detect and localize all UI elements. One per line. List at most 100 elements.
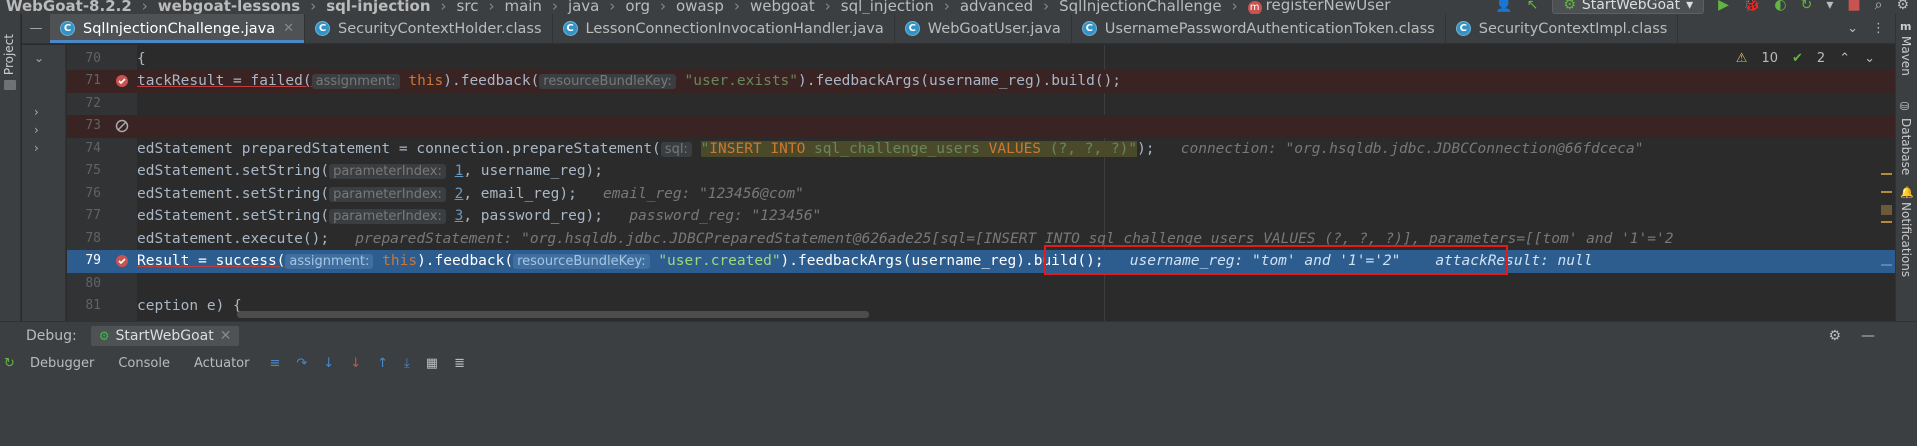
- more-options-icon[interactable]: ⋮: [1872, 21, 1885, 36]
- code-line[interactable]: 80: [67, 273, 1895, 296]
- disabled-breakpoint-icon[interactable]: [115, 119, 129, 133]
- code-line[interactable]: 76 edStatement.setString(parameterIndex:…: [67, 183, 1895, 206]
- code-line[interactable]: 73: [67, 115, 1895, 138]
- code-line[interactable]: 70 {: [67, 48, 1895, 71]
- chevron-right-icon: ›: [609, 0, 616, 14]
- tab-label: LessonConnectionInvocationHandler.java: [585, 20, 884, 37]
- close-icon[interactable]: ✕: [283, 21, 294, 36]
- trace-icon[interactable]: ≣: [454, 356, 465, 371]
- tab-securitycontextimpl[interactable]: C SecurityContextImpl.class: [1446, 14, 1679, 43]
- vcs-arrow-icon[interactable]: ↖: [1527, 0, 1539, 13]
- breadcrumb-item[interactable]: sql-injection: [320, 0, 436, 14]
- horizontal-scrollbar[interactable]: [237, 311, 869, 318]
- code-text: edStatement.setString(parameterIndex: 1,…: [137, 160, 603, 183]
- step-into-icon[interactable]: ↓: [323, 356, 334, 371]
- code-line[interactable]: 78 edStatement.execute(); preparedStatem…: [67, 228, 1895, 251]
- code-line[interactable]: 72: [67, 93, 1895, 116]
- tab-actuator[interactable]: Actuator: [190, 354, 254, 373]
- breadcrumb-item[interactable]: WebGoat-8.2.2: [0, 0, 138, 14]
- breakpoint-icon[interactable]: [115, 254, 129, 268]
- breadcrumb: WebGoat-8.2.2 › webgoat-lessons › sql-inje…: [0, 0, 1396, 14]
- line-number: 76: [85, 186, 101, 201]
- debug-session-tab[interactable]: ⚙ StartWebGoat ✕: [90, 326, 240, 346]
- run-to-cursor-icon[interactable]: ⤓: [404, 356, 410, 371]
- breadcrumb-item[interactable]: java: [562, 0, 605, 14]
- evaluate-icon[interactable]: ▦: [426, 356, 438, 371]
- breadcrumb-method[interactable]: m registerNewUser: [1242, 0, 1397, 14]
- rerun-icon[interactable]: ↻: [4, 356, 15, 371]
- breadcrumb-item[interactable]: sql_injection: [835, 0, 940, 14]
- breakpoint-icon[interactable]: [115, 74, 129, 88]
- chevron-right-icon: ›: [659, 0, 666, 14]
- code-string: "user.created": [658, 253, 781, 269]
- code-keyword: this: [382, 253, 418, 269]
- code-string: sql_challenge_users: [805, 141, 989, 157]
- stripe-mark[interactable]: [1881, 173, 1892, 175]
- execution-line[interactable]: 79 Result = success(assignment: this).fe…: [67, 250, 1895, 273]
- breadcrumb-item[interactable]: owasp: [670, 0, 730, 14]
- chevron-down-icon: ▾: [1686, 0, 1694, 13]
- tab-webgoatuser[interactable]: C WebGoatUser.java: [895, 14, 1072, 43]
- param-hint: parameterIndex:: [329, 164, 446, 179]
- breadcrumb-item[interactable]: main: [498, 0, 547, 14]
- chevron-right-icon: ›: [824, 0, 831, 14]
- breadcrumb-item[interactable]: advanced: [954, 0, 1039, 14]
- database-tool-button[interactable]: Database: [1899, 118, 1913, 175]
- code-editor[interactable]: ⌄ › › › ⚠ 10 ✔ 2 ⌃ ⌄ 70 { 71 tackResult …: [22, 45, 1895, 321]
- more-run-icon[interactable]: ▾: [1826, 0, 1833, 13]
- more-tabs-icon[interactable]: ⌄: [1847, 21, 1858, 36]
- breadcrumb-item[interactable]: SqlInjectionChallenge: [1053, 0, 1228, 14]
- tab-lessonconnectioninvocationhandler[interactable]: C LessonConnectionInvocationHandler.java: [553, 14, 895, 43]
- notifications-tool-button[interactable]: Notifications: [1899, 202, 1913, 277]
- stripe-mark[interactable]: [1881, 221, 1892, 223]
- breadcrumb-item[interactable]: webgoat-lessons: [152, 0, 306, 14]
- settings-icon[interactable]: ⚙: [1828, 328, 1841, 344]
- code-line[interactable]: 77 edStatement.setString(parameterIndex:…: [67, 205, 1895, 228]
- breadcrumb-item[interactable]: src: [451, 0, 485, 14]
- debug-toolbar: Debugger Console Actuator ≡ ↷ ↓ ↓ ↑ ⤓ ▦ …: [26, 354, 465, 373]
- user-icon[interactable]: 👤: [1495, 0, 1512, 13]
- settings-icon[interactable]: ⚙: [1896, 0, 1909, 13]
- tab-console[interactable]: Console: [114, 354, 174, 373]
- force-step-into-icon[interactable]: ↓: [350, 356, 361, 371]
- breadcrumb-item[interactable]: webgoat: [744, 0, 821, 14]
- code-text: edStatement.setString(parameterIndex: 3,…: [137, 205, 821, 228]
- project-tool-button[interactable]: Project: [2, 34, 16, 75]
- run-icon[interactable]: ▶: [1718, 0, 1729, 13]
- code-line[interactable]: 74 edStatement preparedStatement = conne…: [67, 138, 1895, 161]
- project-panel-collapsed: ⌄ › › ›: [22, 45, 66, 321]
- minimize-icon[interactable]: —: [1861, 328, 1875, 344]
- param-hint: assignment:: [311, 74, 400, 89]
- breadcrumb-item: registerNewUser: [1265, 0, 1391, 14]
- step-out-icon[interactable]: ↑: [377, 356, 388, 371]
- layout-icon[interactable]: ≡: [269, 356, 280, 371]
- search-icon[interactable]: ⌕: [1875, 0, 1883, 13]
- stop-icon[interactable]: ■: [1847, 0, 1860, 13]
- collapse-icon[interactable]: —: [22, 14, 50, 43]
- code-token: edStatement.setString(: [137, 208, 330, 224]
- annotation-highlight-box: [1044, 245, 1508, 275]
- code-text: {: [137, 51, 146, 67]
- profile-icon[interactable]: ↻: [1801, 0, 1813, 13]
- line-number: 72: [85, 96, 101, 111]
- tab-sqlinjectionchallenge[interactable]: C SqlInjectionChallenge.java ✕: [50, 14, 305, 43]
- breadcrumb-item[interactable]: org: [619, 0, 656, 14]
- tab-debugger[interactable]: Debugger: [26, 354, 98, 373]
- tab-label: UsernamePasswordAuthenticationToken.clas…: [1104, 20, 1435, 37]
- debug-icon[interactable]: 🐞: [1743, 0, 1760, 13]
- close-icon[interactable]: ✕: [220, 328, 232, 344]
- maven-tool-button[interactable]: Maven: [1899, 36, 1913, 76]
- tab-securitycontextholder[interactable]: C SecurityContextHolder.class: [305, 14, 553, 43]
- stripe-mark[interactable]: [1881, 205, 1892, 215]
- error-stripe[interactable]: [1879, 45, 1893, 321]
- coverage-icon[interactable]: ◐: [1774, 0, 1786, 13]
- code-line[interactable]: 75 edStatement.setString(parameterIndex:…: [67, 160, 1895, 183]
- code-line[interactable]: 71 tackResult = failed(assignment: this)…: [67, 70, 1895, 93]
- step-over-icon[interactable]: ↷: [296, 356, 307, 371]
- run-config-select[interactable]: ⚙ StartWebGoat ▾: [1552, 0, 1705, 14]
- stripe-mark[interactable]: [1881, 264, 1892, 266]
- stripe-mark[interactable]: [1881, 191, 1892, 193]
- tab-usernamepasswordauthenticationtoken[interactable]: C UsernamePasswordAuthenticationToken.cl…: [1072, 14, 1446, 43]
- chevron-down-icon[interactable]: ⌄: [34, 51, 44, 65]
- line-number: 81: [85, 298, 101, 313]
